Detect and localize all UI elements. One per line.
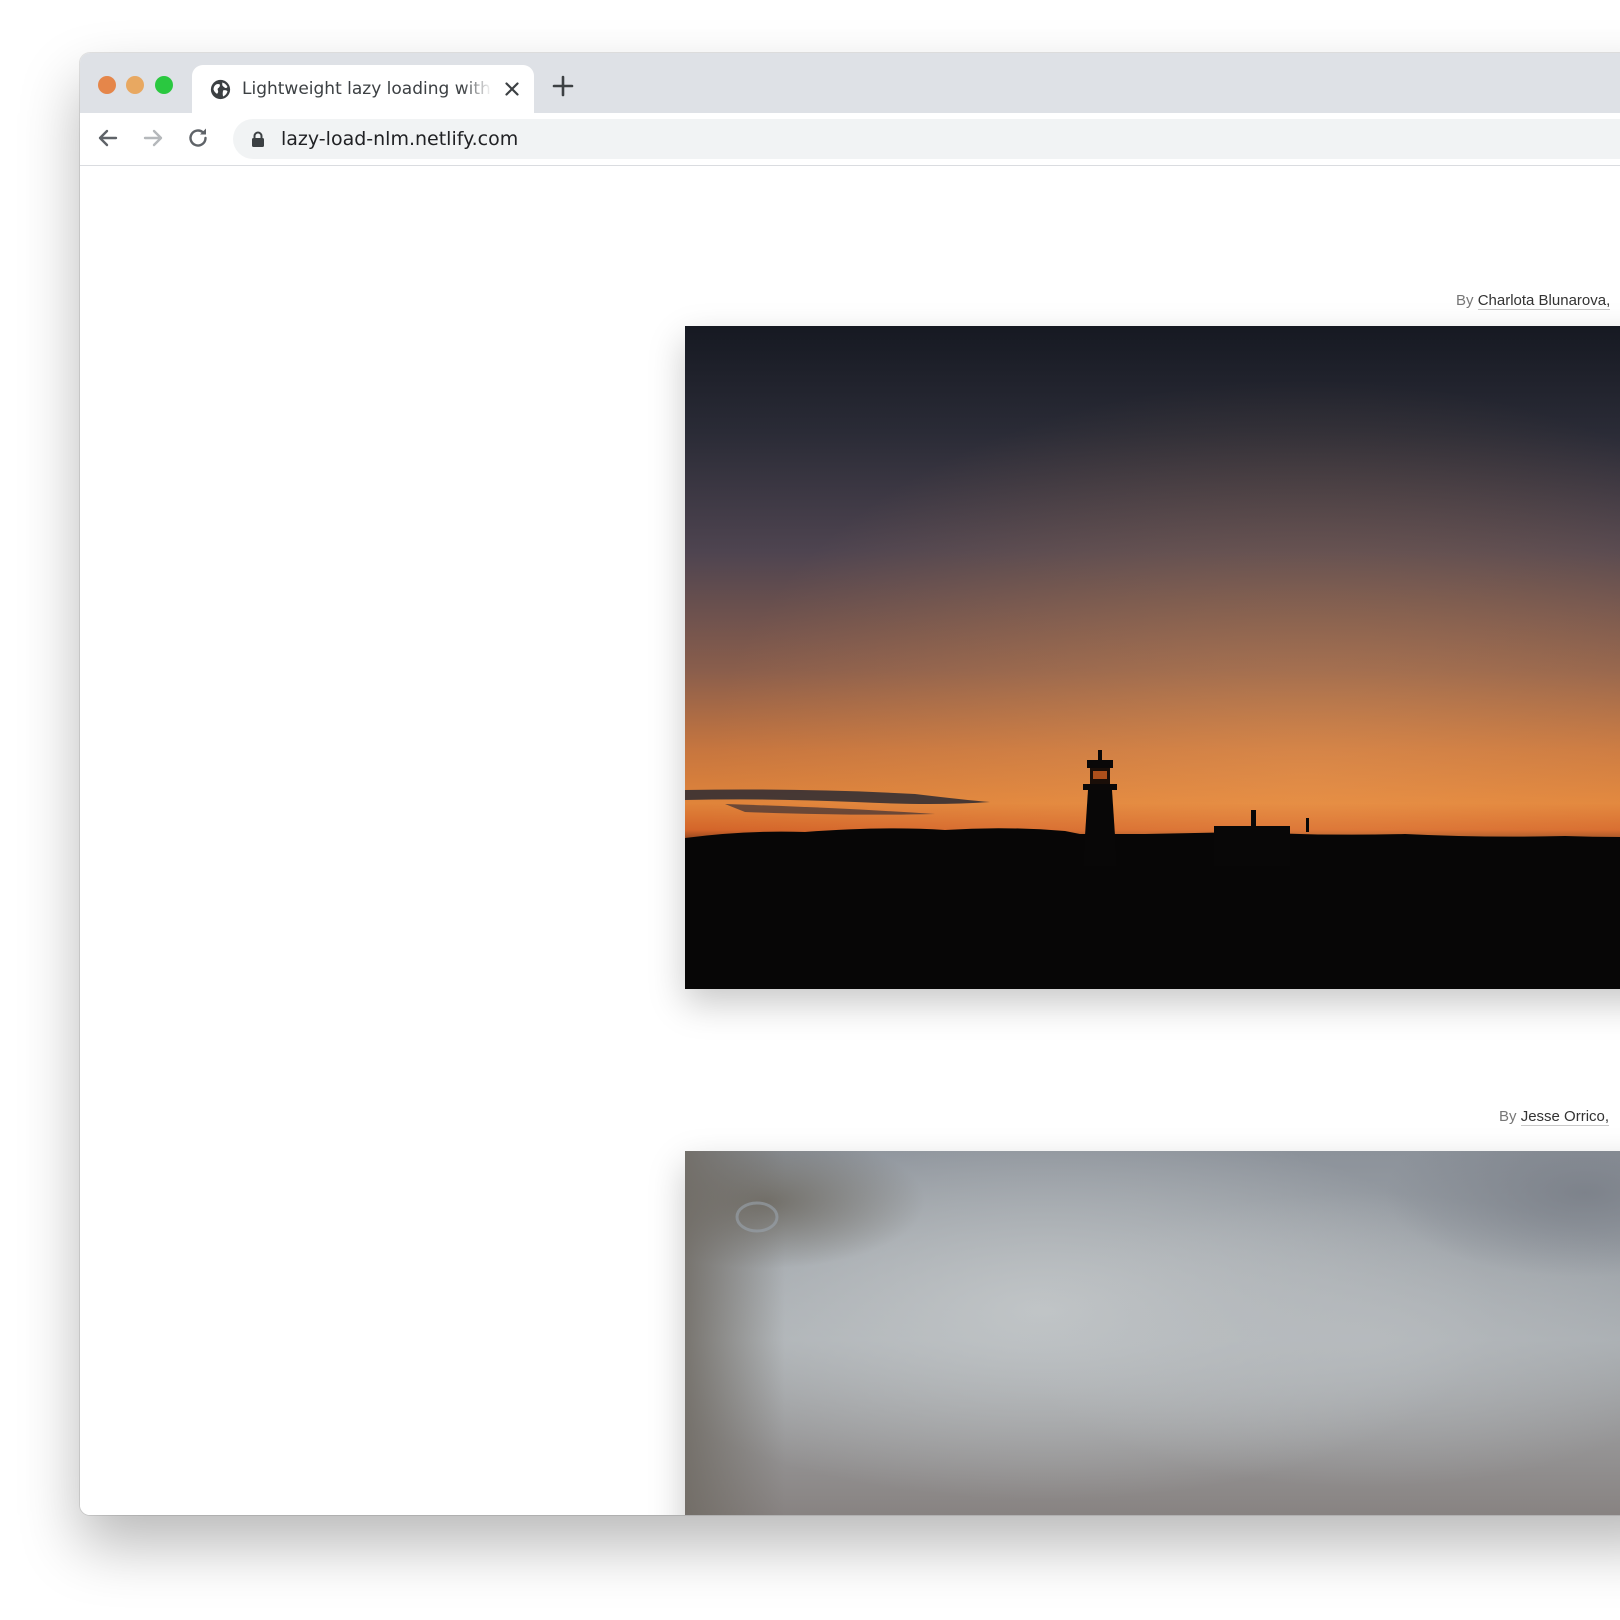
close-icon[interactable] [502,79,522,99]
credit-prefix: By [1456,292,1474,309]
url-text: lazy-load-nlm.netlify.com [281,128,519,150]
window-minimize-button[interactable] [126,76,144,94]
arrow-left-icon[interactable] [95,125,121,151]
tab-title: Lightweight lazy loading with NLM [242,79,492,99]
credit-prefix: By [1499,1108,1517,1125]
window-zoom-button[interactable] [155,76,173,94]
lighthouse-photo [685,326,1620,989]
lighthouse-sunset-image [685,326,1620,989]
address-bar[interactable]: lazy-load-nlm.netlify.com [233,119,1620,159]
tab-strip: Lightweight lazy loading with NLM [80,53,1620,113]
arrow-right-icon[interactable] [140,125,166,151]
photo-credit: By Jesse Orrico, [1499,1108,1610,1126]
plus-icon[interactable] [550,73,576,99]
lock-icon [252,131,264,147]
screenshot-stage: Lightweight lazy loading with NLM [0,0,1620,1620]
tab-active[interactable]: Lightweight lazy loading with NLM [192,65,534,113]
browser-window: Lightweight lazy loading with NLM [80,53,1620,1515]
globe-icon [210,79,231,100]
photo-credit: By Charlota Blunarova, [1456,292,1611,310]
browser-toolbar: lazy-load-nlm.netlify.com [80,113,1620,166]
blurred-placeholder-image [685,1151,1620,1515]
credit-author-link[interactable]: Charlota Blunarova, [1477,292,1611,310]
reload-icon[interactable] [185,125,211,151]
window-close-button[interactable] [98,76,116,94]
credit-author-link[interactable]: Jesse Orrico, [1520,1108,1610,1126]
loading-placeholder-photo [685,1151,1620,1515]
page-content: By Charlota Blunarova, By Jesse Orrico, [80,166,1620,1515]
